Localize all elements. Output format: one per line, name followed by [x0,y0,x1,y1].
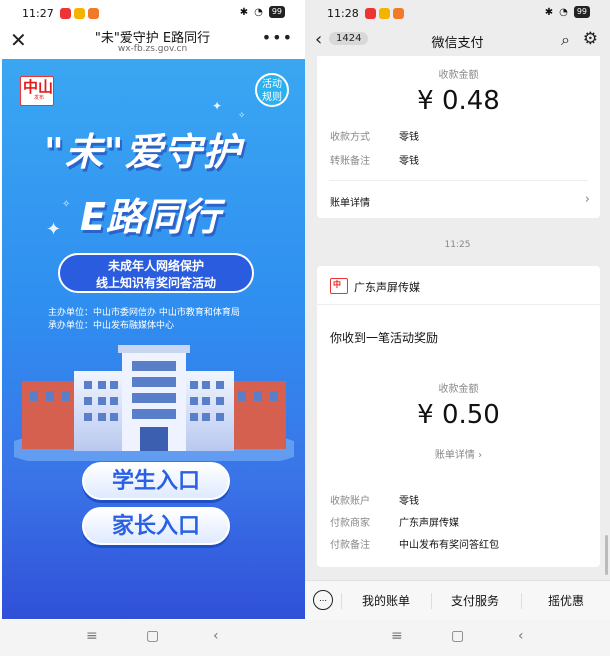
amount-value: ¥ 0.48 [417,86,500,116]
status-time: 11:27 [22,7,54,20]
headline-line2: E路同行 [80,195,220,239]
sparkle-icon: ✧ [238,111,246,121]
payment-card: 中 广东声屏传媒 你收到一笔活动奖励 收款金额 ¥ 0.50 账单详情 › 收款… [317,266,600,567]
sparkle-icon: ✦ [46,219,62,240]
detail-row-value: 零钱 [399,156,419,167]
bill-detail-link[interactable]: 账单详情 › [317,446,600,461]
activity-rules-button[interactable]: 活动 规则 [255,73,289,107]
amount-value: ¥ 0.50 [417,400,500,430]
system-nav-bar: ≡ ▢ ‹ [0,620,305,656]
system-icons: ✱ ◔ 99 [545,6,590,18]
app-notification-icon [393,8,404,19]
divider [431,593,432,609]
subtitle-pill: 未成年人网络保护 线上知识有奖问答活动 [58,253,254,293]
sparkle-icon: ✦ [212,99,223,113]
app-notification-icon [365,8,376,19]
system-icons: ✱ ◔ 99 [240,6,285,18]
detail-row-label: 付款备注 [330,540,370,551]
organizer-text: 主办单位：中山市委网信办 中山市教育和体育局 [48,308,240,318]
parent-entry-button[interactable]: 家长入口 [82,507,230,545]
message-timestamp: 11:25 [444,240,471,250]
page-url: wx-fb.zs.gov.cn [117,44,188,54]
detail-row-label: 转账备注 [330,156,370,167]
keyboard-icon[interactable]: ⋯ [313,590,333,610]
tab-payment-services[interactable]: 支付服务 [451,592,499,609]
system-nav-bar: ≡ ▢ ‹ [305,620,610,656]
wifi-icon: ◔ [254,6,263,18]
divider [317,304,600,305]
menu-icon[interactable]: ≡ [86,628,98,644]
wechat-pay-header: ‹ 1424 微信支付 ⌕ ⚙ [305,26,610,56]
notification-icons [60,8,99,19]
scrollbar[interactable] [605,535,608,575]
status-bar: 11:27 ✱ ◔ 99 [0,0,305,28]
wifi-icon: ◔ [559,6,568,18]
payment-card: 收款金额 ¥ 0.48 收款方式 零钱 转账备注 零钱 账单详情 › [317,56,600,218]
detail-row-value: 广东声屏传媒 [399,518,459,529]
bottom-menu-bar: ⋯ 我的账单 支付服务 摇优惠 [305,580,610,621]
detail-row-label: 收款账户 [330,496,370,507]
more-icon[interactable]: ••• [262,28,293,47]
app-notification-icon [60,8,71,19]
bluetooth-icon: ✱ [544,6,554,18]
detail-row-value: 零钱 [399,496,419,507]
merchant-logo-icon: 中 [330,278,348,294]
merchant-name: 广东声屏传媒 [354,281,420,294]
detail-row-value: 零钱 [399,132,419,143]
search-icon[interactable]: ⌕ [561,30,570,50]
home-icon[interactable]: ▢ [146,628,159,644]
tab-my-bills[interactable]: 我的账单 [362,592,410,609]
back-icon[interactable]: ‹ [213,628,219,644]
sparkle-icon: ✧ [62,199,71,210]
back-icon[interactable]: ‹ [518,628,524,644]
detail-row-label: 收款方式 [330,132,370,143]
app-notification-icon [74,8,85,19]
battery-icon: 99 [268,6,285,18]
student-entry-button[interactable]: 学生入口 [82,462,230,500]
battery-icon: 99 [573,6,590,18]
amount-label: 收款金额 [438,70,479,81]
notification-icons [365,8,404,19]
school-building-illustration [14,345,294,461]
gear-icon[interactable]: ⚙ [583,29,598,49]
divider [521,593,522,609]
status-time: 11:28 [327,7,359,20]
zhongshan-logo: 中山 发布 [20,76,54,106]
detail-row-label: 付款商家 [330,518,370,529]
right-screen: 11:28 ✱ ◔ 99 ‹ 1424 微信支付 ⌕ ⚙ 收款金额 ¥ 0.48… [305,0,610,656]
reward-message: 你收到一笔活动奖励 [330,331,439,345]
chevron-right-icon: › [584,192,590,207]
status-bar: 11:28 ✱ ◔ 99 [305,0,610,28]
detail-row-value: 中山发布有奖问答红包 [399,540,499,551]
bluetooth-icon: ✱ [239,6,249,18]
amount-label: 收款金额 [438,384,479,395]
co-organizer-text: 承办单位：中山发布融媒体中心 [48,321,175,331]
bill-detail-link[interactable]: 账单详情 [330,194,370,209]
left-screen: 11:27 ✱ ◔ 99 ✕ "未"爱守护 E路同行 wx-fb.zs.gov.… [0,0,305,656]
headline-line1: "未"爱守护 [44,130,242,174]
divider [341,593,342,609]
tab-shake-discounts[interactable]: 摇优惠 [548,592,584,609]
menu-icon[interactable]: ≡ [391,628,403,644]
browser-header: ✕ "未"爱守护 E路同行 wx-fb.zs.gov.cn ••• [0,26,305,60]
app-notification-icon [379,8,390,19]
divider [329,180,588,181]
app-notification-icon [88,8,99,19]
campaign-poster: 中山 发布 活动 规则 ✦ ✧ ✦ ✧ "未"爱守护 E路同行 未成年人网络保护… [2,59,305,619]
home-icon[interactable]: ▢ [451,628,464,644]
